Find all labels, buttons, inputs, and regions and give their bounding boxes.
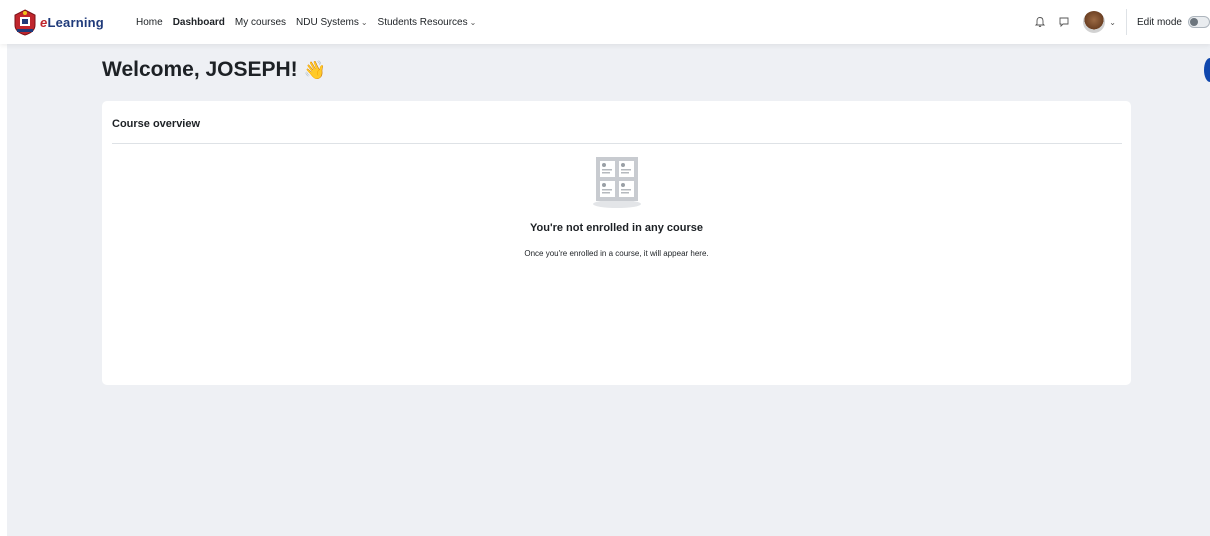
navbar-actions: ⌄ Edit mode: [1031, 0, 1210, 44]
messages-button[interactable]: [1055, 13, 1073, 31]
nav-students-resources-label: Students Resources: [377, 16, 468, 28]
edit-mode-label: Edit mode: [1136, 16, 1182, 28]
chat-icon: [1059, 17, 1069, 28]
chevron-down-icon: ⌄: [469, 17, 477, 27]
wave-emoji: 👋: [303, 59, 327, 80]
chevron-down-icon[interactable]: ⌄: [1109, 18, 1116, 27]
toggle-knob: [1190, 18, 1198, 26]
welcome-text: Welcome, JOSEPH!: [102, 58, 298, 81]
empty-state-text: Once you're enrolled in a course, it wil…: [524, 249, 709, 258]
nav-ndu-systems-label: NDU Systems: [296, 16, 359, 28]
chevron-down-icon: ⌄: [360, 17, 368, 27]
drawer-toggle-button[interactable]: [1204, 58, 1210, 82]
page-title: Welcome, JOSEPH! 👋: [102, 58, 326, 82]
nav-home[interactable]: Home: [136, 17, 163, 28]
nav-ndu-systems[interactable]: NDU Systems ⌄: [296, 17, 368, 28]
crest-icon: [14, 9, 36, 36]
nav-my-courses[interactable]: My courses: [235, 17, 286, 28]
empty-courses-illustration: [593, 157, 641, 208]
brand-name: Learning: [47, 14, 104, 30]
left-edge-strip: [0, 0, 7, 536]
primary-navigation: Home Dashboard My courses NDU Systems ⌄ S…: [136, 0, 486, 44]
notifications-button[interactable]: [1031, 13, 1049, 31]
user-avatar[interactable]: [1083, 11, 1106, 33]
card-divider: [112, 143, 1122, 144]
edit-mode-toggle[interactable]: [1188, 16, 1210, 28]
navbar-divider: [1125, 9, 1127, 35]
course-overview-card: Course overview You're not enrolled in a…: [102, 101, 1131, 385]
top-navbar: eLearning Home Dashboard My courses NDU …: [0, 0, 1210, 44]
empty-state-title: You're not enrolled in any course: [530, 222, 703, 234]
site-logo[interactable]: eLearning: [12, 8, 104, 36]
nav-students-resources[interactable]: Students Resources ⌄: [378, 17, 477, 28]
bell-icon: [1035, 17, 1046, 27]
nav-dashboard[interactable]: Dashboard: [173, 17, 225, 28]
brand-wordmark: eLearning: [40, 15, 104, 30]
course-overview-title: Course overview: [112, 118, 201, 130]
